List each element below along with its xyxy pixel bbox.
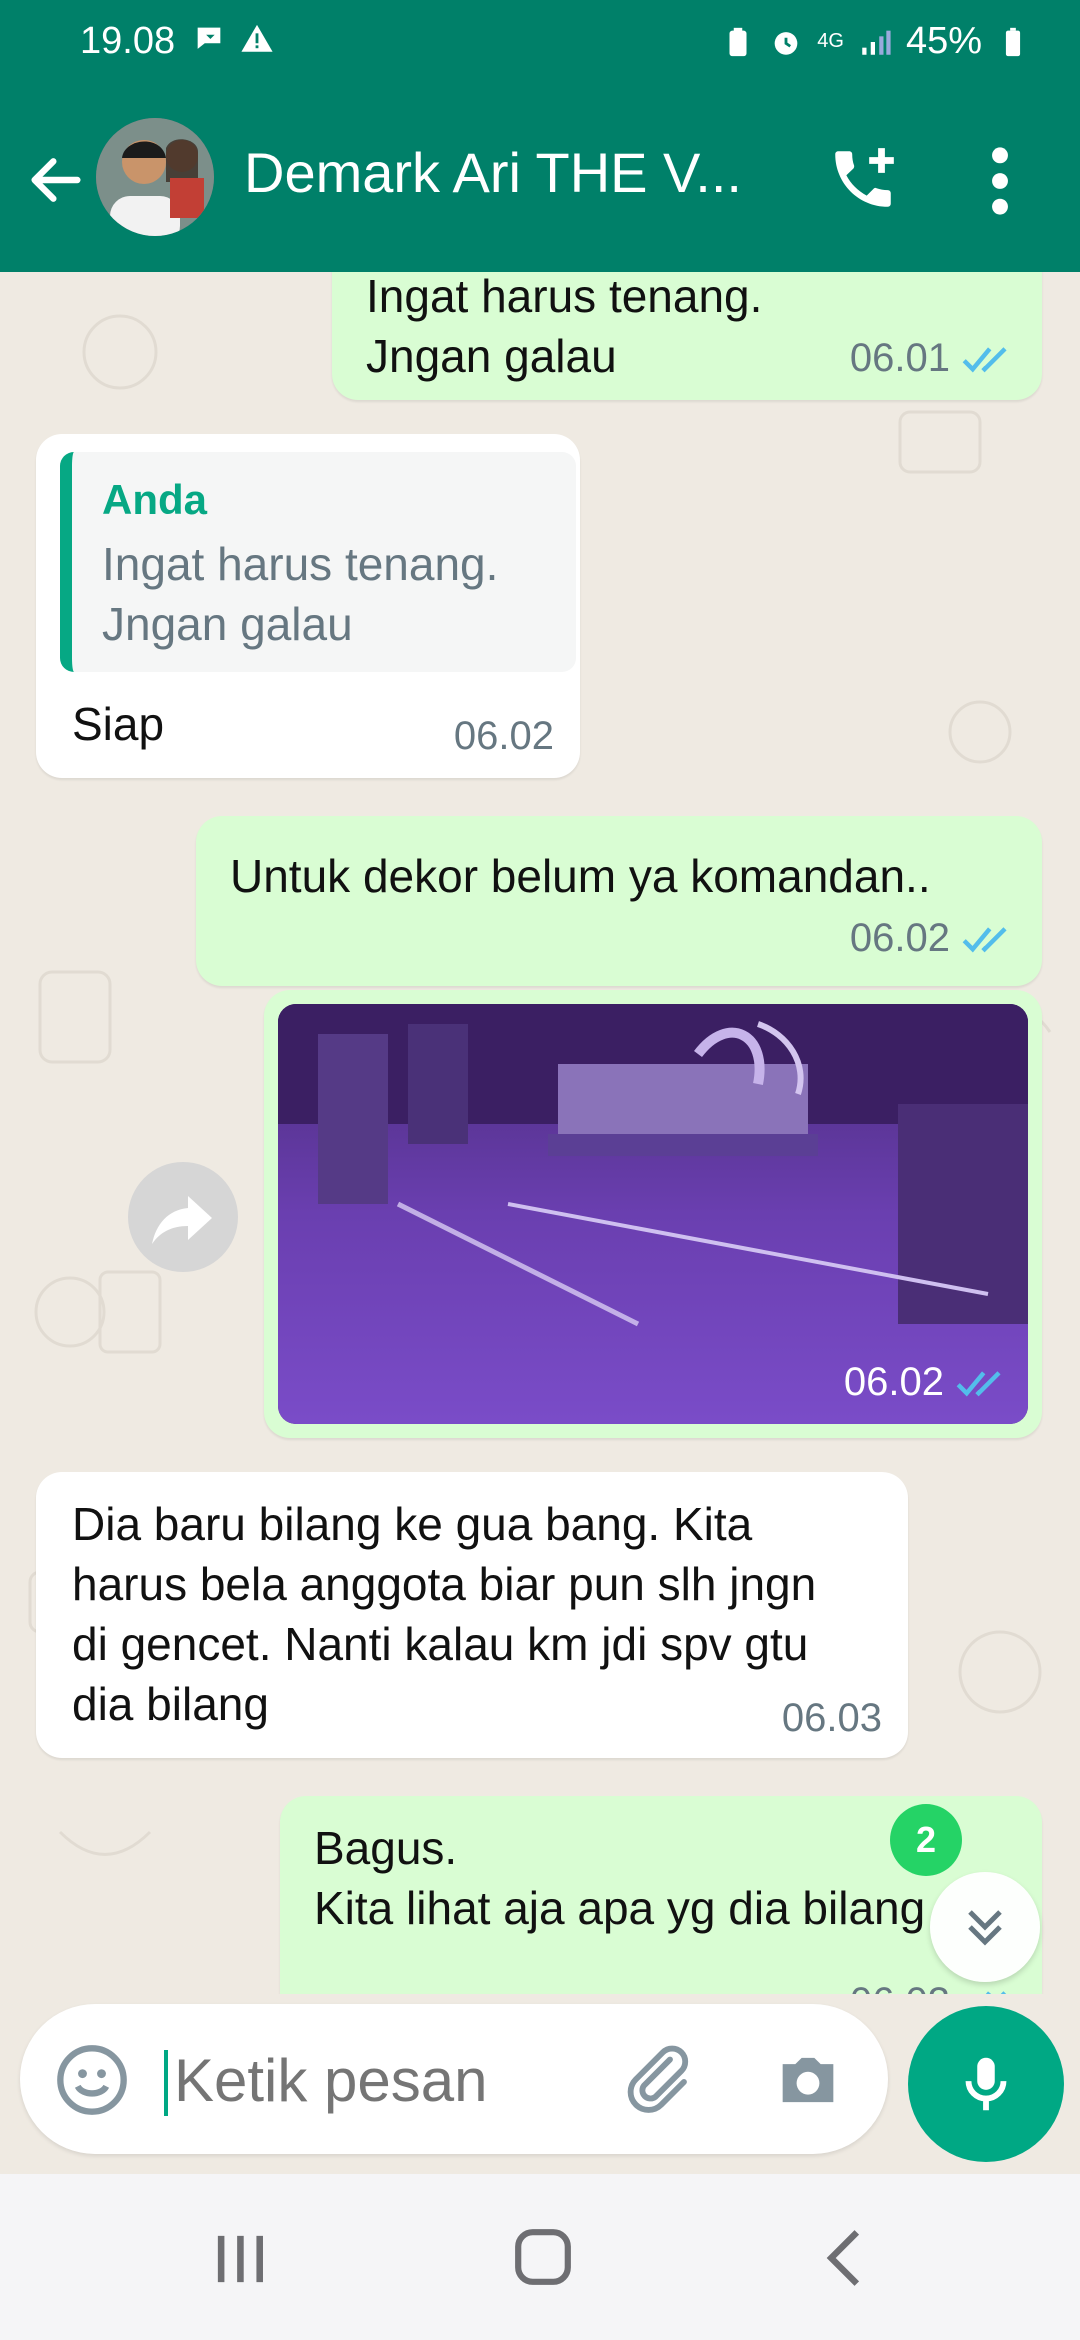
status-time: 19.08 [80,20,176,62]
message-text: Bagus. Kita lihat aja apa yg dia bilang [314,1822,926,1934]
message-time: 06.03 [850,1980,950,1994]
quoted-message[interactable]: Anda Ingat harus tenang. Jngan galau [60,452,576,672]
recent-apps-icon[interactable] [212,2232,270,2286]
emoji-icon[interactable] [54,2042,130,2118]
read-ticks-icon [962,926,1007,952]
battery-icon [1005,27,1021,56]
quote-text: Ingat harus tenang. Jngan galau [102,538,499,650]
message-time: 06.02 [849,916,950,960]
read-ticks-icon [985,1990,1007,1994]
message-text: Dia baru bilang ke gua bang. Kita harus … [72,1498,817,1730]
message-time: 06.03 [781,1696,882,1740]
top-bar: 19.08 4G 45% Demark Ari THE V... [0,0,1080,272]
forward-button[interactable] [128,1162,238,1272]
unread-count-badge[interactable]: 2 [890,1804,962,1876]
attach-icon[interactable] [618,2040,696,2118]
battery-saver-icon [729,27,747,56]
back-arrow-icon[interactable] [24,148,88,212]
more-vert-icon[interactable] [980,146,1020,216]
signal-icon [862,30,891,55]
nav-back-icon[interactable] [820,2226,868,2290]
warning-icon [241,24,273,52]
message-text: Siap [72,698,165,750]
status-bar: 19.08 4G 45% [0,0,1080,90]
double-chevron-down-icon [968,1910,1002,1946]
message-input[interactable] [164,2040,584,2120]
chat-header: Demark Ari THE V... [0,100,1080,272]
read-ticks-icon [956,1370,1001,1396]
camera-icon[interactable] [770,2042,846,2118]
voice-message-button[interactable] [908,2006,1064,2162]
battery-percent: 45% [905,20,982,62]
read-ticks-icon [962,346,1007,372]
contact-name[interactable]: Demark Ari THE V... [244,140,784,205]
call-add-icon[interactable] [826,142,900,216]
system-nav-bar [0,2174,1080,2340]
message-input-box[interactable] [20,2004,888,2154]
avatar[interactable] [96,118,214,236]
home-icon[interactable] [512,2226,574,2288]
mic-icon [965,2057,1007,2111]
message-text: Ingat harus tenang. Jngan galau [366,272,763,382]
message-time: 06.01 [849,336,950,380]
forward-icon [152,1196,212,1244]
message-image-outgoing[interactable]: 06.02 [264,990,1042,1438]
message-bubble-incoming[interactable]: Anda Ingat harus tenang. Jngan galau Sia… [36,434,580,778]
message-text: Untuk dekor belum ya komandan.. [230,850,931,902]
alarm-icon [774,31,798,55]
scroll-to-bottom-button[interactable] [930,1872,1040,1982]
message-time: 06.02 [843,1360,944,1404]
composer [0,1994,1080,2174]
message-bubble-outgoing[interactable]: Ingat harus tenang. Jngan galau 06.01 [332,272,1042,400]
chat-area[interactable]: Ingat harus tenang. Jngan galau 06.01 An… [0,272,1080,1994]
message-bubble-outgoing[interactable]: Untuk dekor belum ya komandan.. 06.02 [196,816,1042,986]
network-type: 4G [817,30,844,52]
message-bubble-incoming[interactable]: Dia baru bilang ke gua bang. Kita harus … [36,1472,908,1758]
quote-author: Anda [102,476,207,523]
wifi-call-icon [197,27,221,49]
message-time: 06.02 [453,714,554,758]
